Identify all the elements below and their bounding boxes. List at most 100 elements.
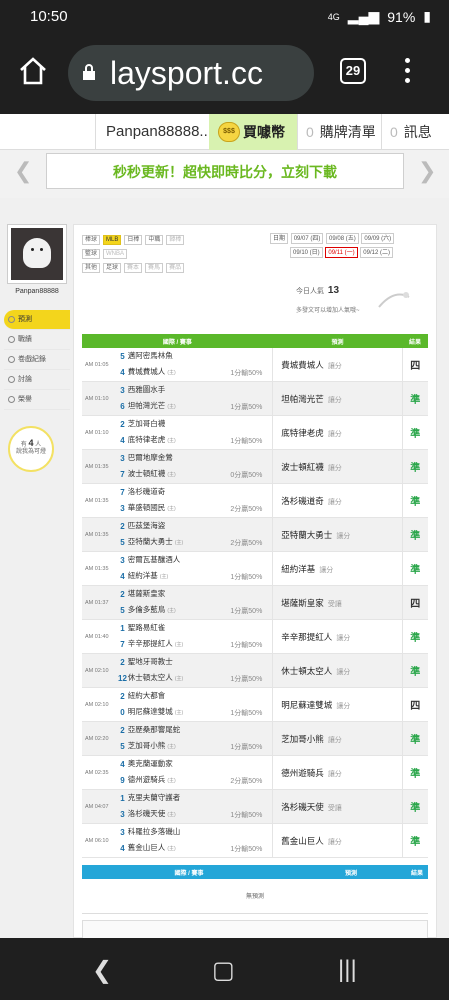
filter-other-2[interactable]: 賽馬 [145, 263, 164, 273]
table-row: AM 02:20 2 5 亞歷桑那響尾蛇 芝加哥小熊 (主) 1分贏50% 芝加哥小熊 讓分準 [82, 721, 428, 756]
sidebar-item-game-log[interactable]: 卷戲紀錄 [4, 350, 70, 370]
edit-icon [8, 376, 15, 383]
result-badge: 準 [401, 653, 428, 688]
date-option[interactable]: 09/09 (六) [361, 233, 395, 244]
home-circle-icon[interactable]: ▢ [212, 956, 235, 985]
filter-npb[interactable]: 日棒 [124, 235, 143, 245]
team-names: 邁阿密馬林魚 費城費城人 (主) [127, 348, 193, 382]
handicap: 1分輸50% [192, 687, 273, 722]
col-header-match: 國際 / 賽事 [82, 865, 296, 879]
sidebar-item-record[interactable]: 戰績 [4, 330, 70, 350]
date-option[interactable]: 09/07 (四) [290, 233, 324, 244]
next-section-card [82, 920, 428, 940]
prediction-pick[interactable]: 洛杉磯道奇 讓分 [272, 483, 403, 518]
messages-link[interactable]: 0 訊息 [381, 114, 449, 150]
scores: 54 [117, 348, 128, 382]
table-row: AM 04:07 1 3 克里夫蘭守護者 洛杉磯天使 (主) 1分輸50% 洛杉磯天使 受讓準 [82, 789, 428, 824]
sidebar-item-predict[interactable]: 預測 [4, 310, 70, 330]
back-icon[interactable]: ❮ [92, 956, 112, 985]
coin-icon: $$$ [218, 122, 240, 142]
prediction-pick[interactable]: 堪薩斯皇家 受讓 [272, 585, 403, 620]
table-row: AM 01:35 3 4 密爾瓦基釀酒人 紐約洋基 (主) 1分輸50% 紐約洋基 讓分準 [82, 551, 428, 586]
prediction-pick[interactable]: 坦帕灣光芒 讓分 [272, 381, 403, 416]
game-time: AM 02:35 [82, 755, 118, 790]
game-time: AM 01:35 [82, 483, 118, 518]
filter-other-3[interactable]: 賽品 [166, 263, 185, 273]
handicap: 0分贏50% [192, 449, 273, 484]
url-text: laysport.cc [110, 55, 263, 91]
team-names: 克里夫蘭守護者 洛杉磯天使 (主) [127, 789, 193, 824]
filter-wnba[interactable]: WNBA [103, 249, 128, 259]
more-menu-icon[interactable] [403, 58, 411, 86]
sidebar-item-honor[interactable]: 榮譽 [4, 390, 70, 410]
game-time: AM 01:37 [82, 585, 118, 620]
prediction-pick[interactable]: 休士頓太空人 讓分 [272, 653, 403, 688]
result-badge: 準 [401, 823, 428, 858]
result-badge: 準 [401, 755, 428, 790]
prediction-pick[interactable]: 亞特蘭大勇士 讓分 [272, 517, 403, 552]
prediction-pick[interactable]: 紐約洋基 讓分 [272, 551, 403, 586]
team-names: 匹茲堡海盜 亞特蘭大勇士 (主) [127, 517, 193, 552]
cart-link[interactable]: 0 購牌清單 [297, 114, 381, 150]
filter-cpbl[interactable]: 中職 [145, 235, 164, 245]
table-row: AM 01:10 3 6 西雅圖水手 坦帕灣光芒 (主) 1分贏50% 坦帕灣光芒 讓分準 [82, 381, 428, 416]
battery-icon: ▮ [423, 8, 431, 24]
buy-coins-button[interactable]: $$$ 買噱幣 [209, 114, 297, 150]
prediction-pick[interactable]: 芝加哥小熊 讓分 [272, 721, 403, 756]
status-icons: 4G ▂▄▆ 91% ▮ [328, 8, 431, 25]
result-badge: 四 [401, 585, 428, 620]
filter-kbo[interactable]: 韓棒 [166, 235, 185, 245]
sidebar-item-discuss[interactable]: 討論 [4, 370, 70, 390]
date-selector: 日期 09/07 (四) 09/08 (五) 09/09 (六) 09/10 (… [270, 233, 434, 261]
prediction-pick[interactable]: 洛杉磯天使 受讓 [272, 789, 403, 824]
game-time: AM 01:10 [82, 415, 118, 450]
tab-switcher-button[interactable]: 29 [340, 58, 366, 84]
prediction-pick[interactable]: 底特律老虎 讓分 [272, 415, 403, 450]
team-names: 亞歷桑那響尾蛇 芝加哥小熊 (主) [127, 721, 193, 756]
today-popularity: 今日人氣 13 [296, 285, 340, 296]
team-names: 洛杉磯道奇 華盛頓國民 (主) [127, 483, 193, 518]
result-badge: 準 [401, 381, 428, 416]
game-time: AM 01:35 [82, 449, 118, 484]
table-row: AM 06:10 3 4 科羅拉多落磯山 舊金山巨人 (主) 1分輸50% 舊金山巨人 讓分準 [82, 823, 428, 858]
game-time: AM 01:10 [82, 381, 118, 416]
user-sidebar: Panpan88888 預測 戰績 卷戲紀錄 討論 榮譽 有 4 人說我為可燈 [4, 224, 70, 524]
scores: 24 [117, 415, 128, 450]
filter-other-1[interactable]: 賽本 [124, 263, 143, 273]
col-header-pick: 預測 [296, 865, 406, 879]
prediction-pick[interactable]: 波士頓紅襪 讓分 [272, 449, 403, 484]
prediction-pick[interactable]: 德州遊騎兵 讓分 [272, 755, 403, 790]
home-icon[interactable] [18, 56, 48, 86]
url-bar[interactable]: laysport.cc [68, 45, 314, 101]
scores: 25 [117, 585, 128, 620]
prediction-pick[interactable]: 辛辛那提紅人 讓分 [272, 619, 403, 654]
promo-carousel: ❮ 秒秒更新！超快即時比分，立刻下載 ❯ [0, 150, 449, 205]
date-option[interactable]: 09/12 (二) [360, 247, 393, 258]
handicap: 1分贏50% [192, 381, 273, 416]
promo-banner[interactable]: 秒秒更新！超快即時比分，立刻下載 [46, 153, 404, 189]
prediction-pick[interactable]: 費城費城人 讓分 [272, 348, 403, 382]
prediction-pick[interactable]: 舊金山巨人 讓分 [272, 823, 403, 858]
filter-soccer[interactable]: 足球 [103, 263, 122, 273]
avatar[interactable] [7, 224, 67, 284]
scores: 17 [117, 619, 128, 654]
chevron-right-icon[interactable]: ❯ [418, 158, 436, 184]
handicap: 2分贏50% [192, 483, 273, 518]
date-option[interactable]: 09/10 (日) [290, 247, 323, 258]
chevron-left-icon[interactable]: ❮ [14, 158, 32, 184]
date-option[interactable]: 09/08 (五) [326, 233, 359, 244]
recents-icon[interactable]: ||| [338, 956, 357, 984]
game-time: AM 01:05 [82, 348, 118, 382]
game-time: AM 06:10 [82, 823, 118, 858]
scores: 49 [117, 755, 128, 790]
prediction-pick[interactable]: 明尼蘇達雙城 讓分 [272, 687, 403, 722]
scores: 37 [117, 449, 128, 484]
table-row: AM 01:10 2 4 芝加哥白襪 底特律老虎 (主) 1分輸50% 底特律老虎 讓分準 [82, 415, 428, 450]
username-link[interactable]: Panpan88888... [95, 114, 209, 150]
filter-mlb[interactable]: MLB [103, 235, 122, 245]
handicap: 1分贏50% [192, 585, 273, 620]
team-names: 密爾瓦基釀酒人 紐約洋基 (主) [127, 551, 193, 586]
handicap: 1分輸50% [192, 551, 273, 586]
date-option-selected[interactable]: 09/11 (一) [325, 247, 358, 258]
signal-icon: ▂▄▆ [347, 8, 380, 24]
